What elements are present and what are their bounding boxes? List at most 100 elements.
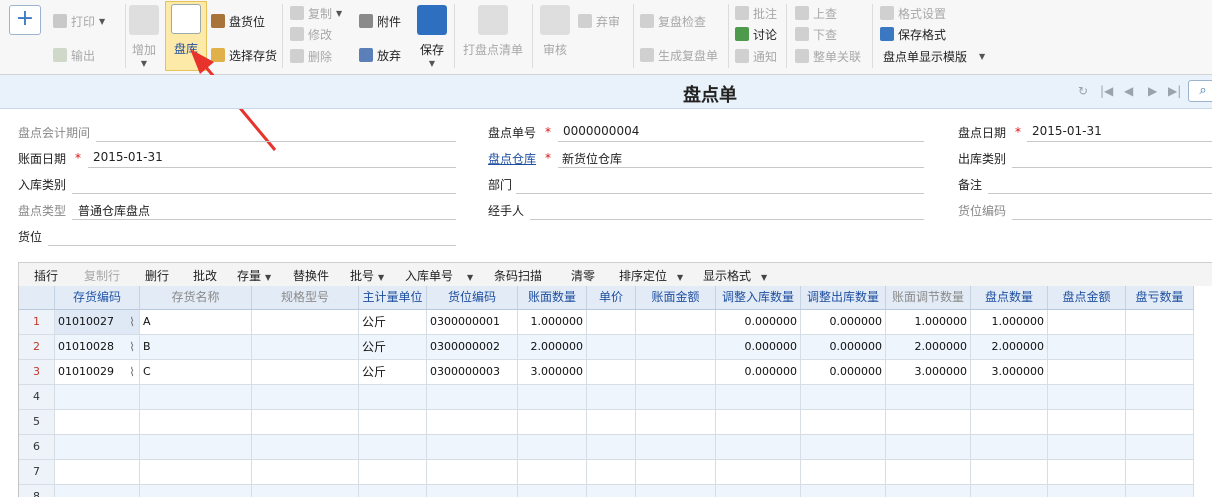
paperclip-icon[interactable]: ⌇ — [129, 360, 135, 384]
table-cell[interactable] — [140, 385, 252, 410]
table-cell[interactable] — [971, 460, 1048, 485]
table-cell[interactable]: 2.000000 — [518, 335, 587, 360]
table-cell[interactable] — [801, 485, 886, 497]
table-cell[interactable] — [518, 485, 587, 497]
table-cell[interactable] — [886, 485, 971, 497]
table-cell[interactable] — [1126, 335, 1194, 360]
table-cell[interactable] — [427, 410, 518, 435]
table-cell[interactable] — [55, 410, 140, 435]
doc-no-field[interactable]: 0000000004 — [563, 124, 639, 138]
column-header-spec-column[interactable]: 规格型号 — [252, 286, 359, 310]
column-header-unit-price-column[interactable]: 单价 — [587, 286, 636, 310]
table-cell[interactable] — [587, 360, 636, 385]
table-cell[interactable] — [1048, 360, 1126, 385]
next-record-icon[interactable]: ▶ — [1148, 84, 1157, 98]
table-cell[interactable] — [427, 485, 518, 497]
table-cell[interactable]: A — [140, 310, 252, 335]
column-header-adjust-out-column[interactable]: 调整出库数量 — [801, 286, 886, 310]
table-cell[interactable] — [252, 385, 359, 410]
table-cell[interactable] — [1126, 435, 1194, 460]
table-cell[interactable] — [886, 410, 971, 435]
column-header-book-adjust-column[interactable]: 账面调节数量 — [886, 286, 971, 310]
table-cell[interactable] — [716, 385, 801, 410]
table-cell[interactable] — [518, 435, 587, 460]
table-cell[interactable]: 01010028 ⌇ — [55, 335, 140, 360]
table-cell[interactable] — [252, 460, 359, 485]
table-cell[interactable] — [716, 435, 801, 460]
table-cell[interactable] — [587, 435, 636, 460]
table-cell[interactable] — [359, 410, 427, 435]
table-cell[interactable]: 0300000002 — [427, 335, 518, 360]
inbound-no-button[interactable]: 入库单号 ▼ — [405, 267, 473, 284]
table-cell[interactable]: 01010027 ⌇ — [55, 310, 140, 335]
table-cell[interactable]: 公斤 — [359, 360, 427, 385]
table-cell[interactable]: B — [140, 335, 252, 360]
table-cell[interactable] — [636, 335, 716, 360]
table-cell[interactable]: 2.000000 — [886, 335, 971, 360]
table-cell[interactable] — [55, 460, 140, 485]
last-record-icon[interactable]: ▶| — [1168, 84, 1181, 98]
table-cell[interactable]: 0.000000 — [801, 310, 886, 335]
table-cell[interactable] — [971, 435, 1048, 460]
clear-zero-button[interactable]: 清零 — [571, 267, 595, 284]
column-header-stock-name-column[interactable]: 存货名称 — [140, 286, 252, 310]
stocktake-type-field[interactable]: 普通仓库盘点 — [78, 202, 150, 219]
table-cell[interactable] — [636, 385, 716, 410]
table-cell[interactable] — [252, 310, 359, 335]
table-cell[interactable] — [801, 385, 886, 410]
table-cell[interactable] — [252, 435, 359, 460]
column-header-loss-qty-column[interactable]: 盘亏数量 — [1126, 286, 1194, 310]
table-cell[interactable]: 0.000000 — [801, 335, 886, 360]
previous-record-icon[interactable]: ◀ — [1124, 84, 1133, 98]
table-cell[interactable] — [1048, 385, 1126, 410]
table-cell[interactable] — [427, 435, 518, 460]
table-cell[interactable] — [1126, 485, 1194, 497]
table-cell[interactable] — [801, 460, 886, 485]
table-cell[interactable] — [359, 460, 427, 485]
table-cell[interactable] — [886, 385, 971, 410]
table-cell[interactable] — [886, 435, 971, 460]
table-cell[interactable] — [518, 460, 587, 485]
table-cell[interactable]: 3.000000 — [886, 360, 971, 385]
barcode-scan-button[interactable]: 条码扫描 — [494, 267, 542, 284]
table-cell[interactable] — [427, 460, 518, 485]
table-cell[interactable] — [716, 485, 801, 497]
table-cell[interactable] — [359, 485, 427, 497]
batch-no-button[interactable]: 批号 ▼ — [350, 267, 384, 284]
table-cell[interactable] — [716, 410, 801, 435]
table-cell[interactable] — [587, 385, 636, 410]
table-cell[interactable] — [1126, 360, 1194, 385]
table-cell[interactable] — [140, 435, 252, 460]
table-cell[interactable] — [55, 385, 140, 410]
table-cell[interactable] — [518, 410, 587, 435]
refresh-icon[interactable]: ↻ — [1078, 84, 1088, 98]
table-cell[interactable] — [252, 485, 359, 497]
insert-row-button[interactable]: 插行 — [34, 267, 58, 284]
table-cell[interactable] — [359, 435, 427, 460]
table-cell[interactable] — [140, 460, 252, 485]
table-cell[interactable] — [1126, 460, 1194, 485]
table-cell[interactable] — [1048, 410, 1126, 435]
table-cell[interactable] — [55, 485, 140, 497]
table-cell[interactable]: 0300000003 — [427, 360, 518, 385]
table-cell[interactable] — [1048, 335, 1126, 360]
table-cell[interactable]: 3.000000 — [518, 360, 587, 385]
replace-part-button[interactable]: 替换件 — [293, 267, 329, 284]
book-date-field[interactable]: 2015-01-31 — [93, 150, 163, 164]
table-cell[interactable]: C — [140, 360, 252, 385]
table-cell[interactable] — [636, 360, 716, 385]
column-header-row-number-column[interactable] — [19, 286, 55, 310]
table-cell[interactable] — [636, 310, 716, 335]
delete-row-button[interactable]: 删行 — [145, 267, 169, 284]
table-cell[interactable]: 0.000000 — [716, 360, 801, 385]
column-header-adjust-in-column[interactable]: 调整入库数量 — [716, 286, 801, 310]
table-cell[interactable] — [587, 460, 636, 485]
table-cell[interactable]: 2.000000 — [971, 335, 1048, 360]
column-header-location-code-column[interactable]: 货位编码 — [427, 286, 518, 310]
table-cell[interactable] — [1048, 460, 1126, 485]
table-cell[interactable] — [1048, 435, 1126, 460]
paperclip-icon[interactable]: ⌇ — [129, 335, 135, 359]
sort-locate-button[interactable]: 排序定位 ▼ — [619, 267, 683, 284]
table-cell[interactable] — [1048, 310, 1126, 335]
table-cell[interactable] — [801, 435, 886, 460]
